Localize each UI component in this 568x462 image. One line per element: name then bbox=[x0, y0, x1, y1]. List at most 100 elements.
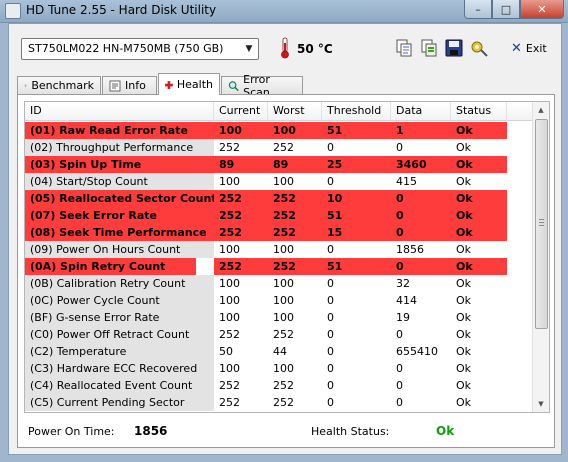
cell-status: Ok bbox=[456, 175, 472, 188]
cell-worst-value: 100 bbox=[273, 311, 294, 324]
health-status-value: Ok bbox=[436, 424, 455, 438]
cell-status: Ok bbox=[456, 141, 472, 154]
temperature-readout: 50 °C bbox=[297, 42, 333, 56]
cell-attribute-id: (02) Throughput Performance bbox=[25, 139, 214, 156]
table-row[interactable]: (C5) Current Pending Sector 252 252 0 0 Ok bbox=[25, 394, 533, 411]
cell-worst-value: 252 bbox=[273, 396, 294, 409]
close-button[interactable]: ✕ bbox=[520, 0, 564, 19]
table-row[interactable]: (03) Spin Up Time 89 89 25 3460 Ok bbox=[25, 156, 533, 173]
cell-current-value: 100 bbox=[219, 175, 240, 188]
cell-status: Ok bbox=[456, 328, 472, 341]
tab-health[interactable]: Health bbox=[158, 73, 220, 95]
status-footer: Power On Time: 1856 Health Status: Ok bbox=[18, 420, 554, 444]
tab-benchmark[interactable]: Benchmark bbox=[17, 76, 101, 94]
cell-status: Ok bbox=[456, 396, 472, 409]
table-row[interactable]: (02) Throughput Performance 252 252 0 0 Ok bbox=[25, 139, 533, 156]
table-row[interactable]: (C3) Hardware ECC Recovered 100 100 0 0 Ok bbox=[25, 360, 533, 377]
tab-info[interactable]: Info bbox=[102, 76, 157, 94]
scroll-down-icon[interactable]: ▼ bbox=[533, 396, 549, 412]
scrollbar-thumb[interactable] bbox=[535, 119, 548, 329]
cell-status: Ok bbox=[451, 190, 507, 207]
cell-attribute-id: (C3) Hardware ECC Recovered bbox=[25, 360, 214, 377]
options-icon[interactable] bbox=[469, 38, 489, 58]
vertical-scrollbar[interactable]: ▲ ▼ bbox=[532, 102, 549, 412]
cell-raw-data: 3460 bbox=[391, 156, 451, 173]
cell-threshold-value: 0 bbox=[327, 175, 334, 188]
table-row[interactable]: (0A) Spin Retry Count 252 252 51 0 Ok bbox=[25, 258, 533, 275]
maximize-button[interactable]: □ bbox=[492, 0, 520, 19]
table-row[interactable]: (08) Seek Time Performance 252 252 15 0 Ok bbox=[25, 224, 533, 241]
cell-status: Ok bbox=[456, 362, 472, 375]
cell-threshold-value: 0 bbox=[327, 141, 334, 154]
cell-current-value: 252 bbox=[219, 328, 240, 341]
minimize-button[interactable]: – bbox=[464, 0, 492, 19]
table-row[interactable]: (C2) Temperature 50 44 0 655410 Ok bbox=[25, 343, 533, 360]
power-on-time-value: 1856 bbox=[134, 424, 168, 438]
table-row[interactable]: (0B) Calibration Retry Count 100 100 0 32 Ok bbox=[25, 275, 533, 292]
table-row[interactable]: (0C) Power Cycle Count 100 100 0 414 Ok bbox=[25, 292, 533, 309]
cell-threshold-value: 0 bbox=[327, 328, 334, 341]
tab-benchmark-label: Benchmark bbox=[31, 79, 94, 92]
cell-current-value: 252 bbox=[219, 396, 240, 409]
cell-raw-data: 0 bbox=[391, 258, 451, 275]
health-cross-icon bbox=[165, 80, 173, 89]
cell-attribute-id: (08) Seek Time Performance bbox=[25, 224, 214, 241]
cell-status: Ok bbox=[456, 277, 472, 290]
column-header-id[interactable]: ID bbox=[25, 102, 214, 120]
table-body: (01) Raw Read Error Rate 100 100 51 1 Ok (02) … bbox=[25, 122, 533, 411]
cell-worst-value: 252 bbox=[268, 224, 322, 241]
table-row[interactable]: (BF) G-sense Error Rate 100 100 0 19 Ok bbox=[25, 309, 533, 326]
tab-error-scan[interactable]: Error Scan bbox=[221, 73, 303, 99]
table-row[interactable]: (01) Raw Read Error Rate 100 100 51 1 Ok bbox=[25, 122, 533, 139]
table-row[interactable]: (C4) Reallocated Event Count 252 252 0 0 Ok bbox=[25, 377, 533, 394]
scroll-up-icon[interactable]: ▲ bbox=[533, 102, 549, 118]
table-row[interactable]: (09) Power On Hours Count 100 100 0 1856 Ok bbox=[25, 241, 533, 258]
drive-dropdown[interactable]: ST750LM022 HN-M750MB (750 GB) ▼ bbox=[21, 38, 259, 60]
cell-raw-data: 32 bbox=[396, 277, 410, 290]
cell-threshold-value: 0 bbox=[327, 379, 334, 392]
cell-worst-value: 100 bbox=[268, 122, 322, 139]
cell-threshold-value: 0 bbox=[327, 311, 334, 324]
column-header-data[interactable]: Data bbox=[391, 102, 451, 120]
cell-status: Ok bbox=[456, 311, 472, 324]
table-row[interactable]: (04) Start/Stop Count 100 100 0 415 Ok bbox=[25, 173, 533, 190]
cell-current-value: 100 bbox=[219, 362, 240, 375]
cell-raw-data: 0 bbox=[391, 207, 451, 224]
cell-threshold-value: 25 bbox=[322, 156, 391, 173]
cell-raw-data: 19 bbox=[396, 311, 410, 324]
cell-raw-data: 0 bbox=[396, 396, 403, 409]
column-header-threshold[interactable]: Threshold bbox=[322, 102, 391, 120]
cell-worst-value: 100 bbox=[273, 277, 294, 290]
table-row[interactable]: (C0) Power Off Retract Count 252 252 0 0 Ok bbox=[25, 326, 533, 343]
cell-current-value: 100 bbox=[219, 294, 240, 307]
cell-attribute-id: (0A) Spin Retry Count bbox=[25, 258, 196, 275]
health-panel: ID Current Worst Threshold Data Status (… bbox=[17, 94, 555, 448]
copy-all-icon[interactable] bbox=[419, 38, 439, 58]
cell-raw-data: 1856 bbox=[396, 243, 424, 256]
cell-threshold-value: 51 bbox=[322, 122, 391, 139]
column-header-worst[interactable]: Worst bbox=[268, 102, 322, 120]
smart-table[interactable]: ID Current Worst Threshold Data Status (… bbox=[24, 101, 550, 413]
exit-icon: ✕ bbox=[511, 41, 522, 56]
copy-icon[interactable] bbox=[394, 38, 414, 58]
cell-current-value: 100 bbox=[219, 311, 240, 324]
window-title: HD Tune 2.55 - Hard Disk Utility bbox=[26, 3, 217, 17]
window-controls: – □ ✕ bbox=[464, 0, 564, 19]
cell-worst-value: 44 bbox=[273, 345, 287, 358]
cell-status: Ok bbox=[456, 243, 472, 256]
table-row[interactable]: (07) Seek Error Rate 252 252 51 0 Ok bbox=[25, 207, 533, 224]
cell-attribute-id: (04) Start/Stop Count bbox=[25, 173, 214, 190]
exit-button[interactable]: ✕ Exit bbox=[511, 41, 547, 56]
cell-attribute-id: (05) Reallocated Sector Count bbox=[25, 190, 214, 207]
tab-info-label: Info bbox=[125, 79, 146, 92]
column-header-status[interactable]: Status bbox=[451, 102, 507, 120]
benchmark-icon bbox=[24, 84, 27, 87]
cell-worst-value: 100 bbox=[273, 294, 294, 307]
save-icon[interactable] bbox=[444, 38, 464, 58]
cell-attribute-id: (C4) Reallocated Event Count bbox=[25, 377, 214, 394]
cell-attribute-id: (0B) Calibration Retry Count bbox=[25, 275, 214, 292]
cell-raw-data: 0 bbox=[396, 141, 403, 154]
cell-current-value: 100 bbox=[219, 243, 240, 256]
table-row[interactable]: (05) Reallocated Sector Count 252 252 10 0 Ok bbox=[25, 190, 533, 207]
column-header-current[interactable]: Current bbox=[214, 102, 268, 120]
